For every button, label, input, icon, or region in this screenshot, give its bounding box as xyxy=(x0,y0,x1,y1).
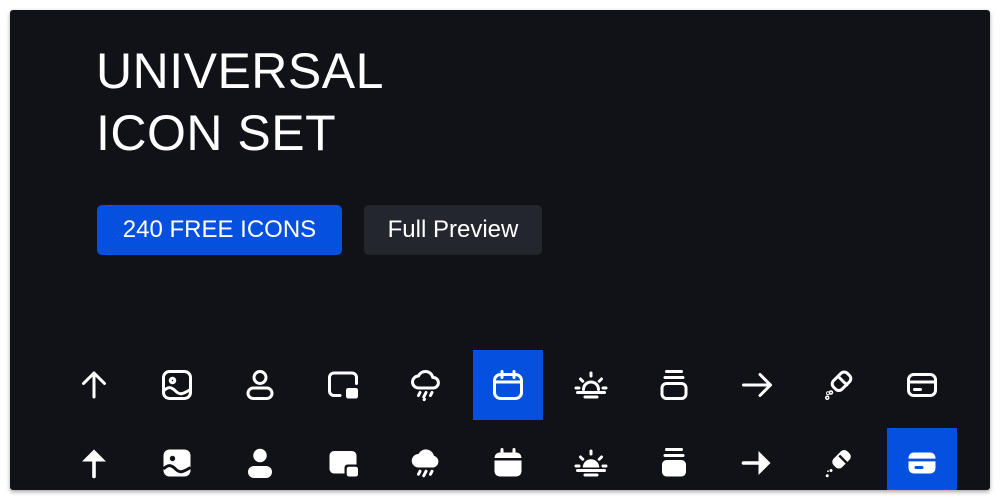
arrow-up-solid-cell[interactable] xyxy=(59,428,129,490)
preview-panel: UNIVERSAL ICON SET 240 FREE ICONS Full P… xyxy=(10,10,990,490)
cloud-rain-solid-cell[interactable] xyxy=(391,428,461,490)
cloud-rain-outline-cell[interactable] xyxy=(391,350,461,420)
arrow-right-icon xyxy=(742,373,772,397)
cloud-rain-solid-icon xyxy=(411,449,439,478)
page-title: UNIVERSAL ICON SET xyxy=(96,40,384,164)
calendar-outline-cell[interactable] xyxy=(473,350,543,420)
title-line-1: UNIVERSAL xyxy=(96,43,384,99)
credit-card-outline-cell[interactable] xyxy=(887,350,957,420)
arrow-right-solid-icon xyxy=(741,451,771,475)
picture-in-picture-outline-cell[interactable] xyxy=(308,350,378,420)
stack-solid-cell[interactable] xyxy=(639,428,709,490)
sunrise-outline-cell[interactable] xyxy=(556,350,626,420)
sunrise-solid-cell[interactable] xyxy=(556,428,626,490)
stack-icon xyxy=(660,370,688,400)
stack-solid-icon xyxy=(662,448,686,477)
calendar-solid-icon xyxy=(494,448,522,477)
eraser-icon xyxy=(825,370,853,400)
calendar-solid-cell[interactable] xyxy=(473,428,543,490)
stack-outline-cell[interactable] xyxy=(639,350,709,420)
arrow-up-outline-cell[interactable] xyxy=(59,350,129,420)
image-solid-icon xyxy=(162,449,192,477)
image-icon xyxy=(162,370,192,400)
arrow-up-icon xyxy=(82,371,106,399)
full-preview-button[interactable]: Full Preview xyxy=(364,205,542,255)
picture-in-picture-solid-icon xyxy=(329,451,360,478)
picture-in-picture-icon xyxy=(328,371,358,399)
arrow-right-outline-cell[interactable] xyxy=(722,350,792,420)
image-outline-cell[interactable] xyxy=(142,350,212,420)
arrow-up-solid-icon xyxy=(82,449,106,479)
credit-card-solid-icon xyxy=(908,452,936,474)
user-solid-cell[interactable] xyxy=(225,428,295,490)
credit-card-solid-cell[interactable] xyxy=(887,428,957,490)
user-solid-icon xyxy=(248,448,272,478)
title-line-2: ICON SET xyxy=(96,105,337,161)
cloud-rain-icon xyxy=(411,369,440,402)
picture-in-picture-solid-cell[interactable] xyxy=(308,428,378,490)
user-outline-cell[interactable] xyxy=(225,350,295,420)
calendar-icon xyxy=(493,370,523,400)
eraser-solid-icon xyxy=(825,449,851,478)
arrow-right-solid-cell[interactable] xyxy=(722,428,792,490)
sunrise-solid-icon xyxy=(574,449,608,477)
user-icon xyxy=(246,370,274,400)
free-icons-button[interactable]: 240 FREE ICONS xyxy=(97,205,342,255)
eraser-solid-cell[interactable] xyxy=(805,428,875,490)
eraser-outline-cell[interactable] xyxy=(805,350,875,420)
image-solid-cell[interactable] xyxy=(142,428,212,490)
sunrise-icon xyxy=(574,371,608,399)
credit-card-icon xyxy=(907,373,937,397)
